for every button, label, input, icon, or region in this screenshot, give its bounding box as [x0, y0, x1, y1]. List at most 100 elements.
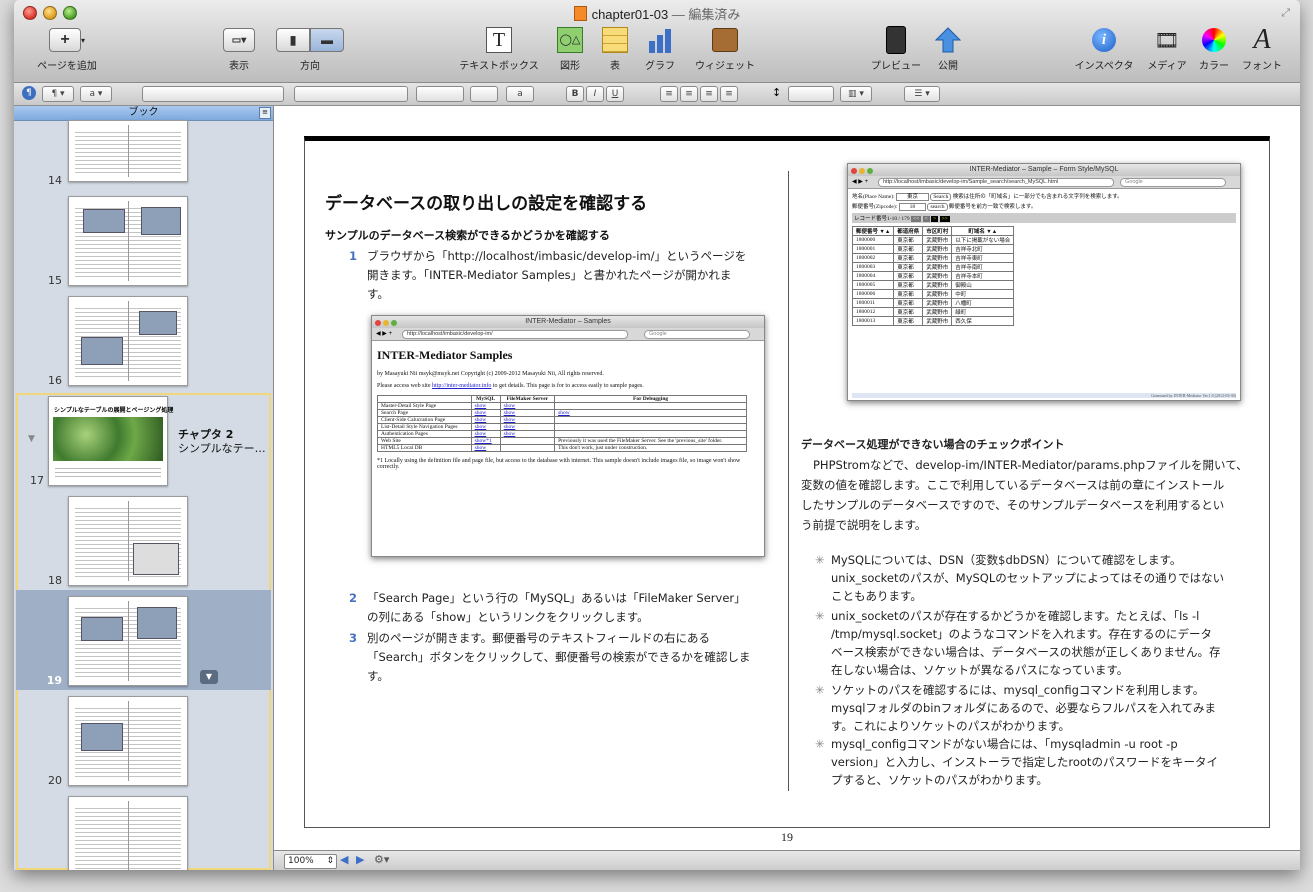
page-number-footer: 19 [781, 830, 793, 844]
line-spacing-select[interactable] [788, 86, 834, 102]
publish-button[interactable]: 公開 [930, 26, 966, 72]
info-icon: i [1092, 28, 1116, 52]
media-icon: 🎞 [1154, 29, 1180, 52]
widget-icon [712, 28, 738, 52]
align-right-button[interactable]: ≡ [700, 86, 718, 102]
orientation-control[interactable]: ▮ ▬ 方向 [272, 26, 348, 72]
font-button[interactable]: A フォント [1240, 24, 1284, 72]
page-thumbnail[interactable] [68, 120, 188, 182]
zoom-select[interactable]: 100% ⇕ [284, 854, 337, 869]
plus-icon: + [48, 28, 81, 52]
paragraph-style-menu[interactable]: ¶ ▾ [42, 86, 74, 102]
samples-table: MySQL FileMaker Server For Debugging Maste… [377, 395, 747, 452]
format-bar: ¶ ¶ ▾ a ▾ a B I U ≡ ≡ ≡ ≡ ↕ ▥ ▾ ☰ ▾ [14, 83, 1300, 106]
sidebar-header: ブック ≡ [14, 106, 273, 121]
preview-button[interactable]: プレビュー [864, 26, 928, 72]
fullscreen-icon[interactable]: ⤢ [1281, 6, 1290, 20]
view-icon: ▭▾ [223, 28, 255, 52]
character-style-menu[interactable]: a ▾ [80, 86, 112, 102]
page-number: 17 [30, 474, 44, 487]
table-button[interactable]: 表 [600, 26, 630, 72]
samples-heading: INTER-Mediator Samples [377, 348, 513, 362]
leaf-photo [53, 417, 163, 461]
zip-results-table: 郵便番号 ▼▲ 都道府県 市区町村 町域名 ▼▲ 1800000 東京都 武蔵野市 以下に掲… [851, 226, 1015, 326]
bullet-item: ✳ MySQLについては、DSN（変数$dbDSN）について確認をします。 uni… [815, 553, 1225, 603]
add-page-button[interactable]: + ▾ ページを追加 [32, 26, 102, 72]
italic-button[interactable]: I [586, 86, 604, 102]
font-icon: A [1253, 24, 1271, 55]
document-page[interactable]: データベースの取り出しの設定を確認する サンプルのデータベース検索ができるかどう… [304, 136, 1270, 828]
shapes-button[interactable]: ◯△ 図形 [550, 26, 590, 72]
bullet-item: ✳ ソケットのパスを確認するには、mysql_configコマンドを利用します。… [815, 683, 1216, 733]
page-options-icon[interactable]: ▼ [200, 670, 218, 684]
table-icon [602, 27, 628, 53]
font-size-select[interactable] [416, 86, 464, 102]
page-thumbnail[interactable] [68, 296, 188, 386]
disclosure-triangle-icon[interactable]: ▼ [28, 434, 35, 444]
publish-icon [935, 27, 961, 53]
align-left-button[interactable]: ≡ [660, 86, 678, 102]
section-heading: データベースの取り出しの設定を確認する [325, 194, 648, 214]
page-number: 16 [48, 374, 62, 387]
gear-icon[interactable]: ⚙▾ [374, 853, 389, 866]
next-page-icon[interactable]: ▶ [356, 853, 364, 866]
list-style-menu[interactable]: ☰ ▾ [904, 86, 940, 102]
subsection-heading: サンプルのデータベース検索ができるかどうかを確認する [325, 229, 610, 242]
landscape-icon[interactable]: ▬ [310, 28, 344, 52]
graph-icon [649, 29, 671, 53]
checkpoint-heading: データベース処理ができない場合のチェックポイント [801, 438, 1065, 451]
page-number: 19 [46, 674, 62, 687]
page-number: 20 [48, 774, 62, 787]
align-center-button[interactable]: ≡ [680, 86, 698, 102]
shapes-icon: ◯△ [557, 27, 583, 53]
graph-button[interactable]: グラフ [640, 26, 680, 72]
status-bar: 100% ⇕ ◀ ▶ ⚙▾ [274, 850, 1300, 870]
page-thumbnail[interactable] [68, 696, 188, 786]
page-thumbnail[interactable] [68, 496, 188, 586]
checkpoint-paragraph: PHPStromなどで、develop-im/INTER-Mediator/pa… [801, 458, 1248, 532]
document-canvas[interactable]: データベースの取り出しの設定を確認する サンプルのデータベース検索ができるかどう… [274, 106, 1300, 850]
inspector-button[interactable]: i インスペクタ [1070, 26, 1138, 72]
previous-page-icon[interactable]: ◀ [340, 853, 348, 866]
portrait-icon[interactable]: ▮ [276, 28, 310, 52]
page-thumbnails-sidebar[interactable]: ブック ≡ 14 15 16 ▼ シンプルなテーブルの展開とページング処理 チャ… [14, 106, 274, 870]
text-color-well[interactable] [470, 86, 498, 102]
color-button[interactable]: カラー [1194, 26, 1234, 72]
sidebar-menu-icon[interactable]: ≡ [259, 107, 271, 119]
step-2: 2 「Search Page」という行の「MySQL」あるいは「FileMake… [349, 591, 746, 624]
thumbnail-title: シンプルなテーブルの展開とページング処理 [54, 407, 174, 414]
chapter-title: シンプルなテー… [178, 442, 266, 455]
document-icon [573, 6, 587, 21]
samples-screenshot: INTER-Mediator – Samples ◀ ▶ + http://loc… [371, 315, 765, 557]
underline-button[interactable]: U [606, 86, 624, 102]
color-wheel-icon [1202, 28, 1226, 52]
step-1: 1 ブラウザから「http://localhost/imbasic/develo… [349, 249, 747, 301]
font-typeface-select[interactable] [294, 86, 408, 102]
view-button[interactable]: ▭▾ 表示 [214, 26, 264, 72]
page-number: 18 [48, 574, 62, 587]
app-window: chapter01-03 — 編集済み ⤢ + ▾ ページを追加 ▭▾ 表示 ▮ … [14, 0, 1300, 870]
media-button[interactable]: 🎞 メディア [1144, 26, 1190, 73]
search-page-screenshot: INTER-Mediator – Sample – Form Style/MyS… [847, 163, 1241, 401]
step-3: 3 別のページが開きます。郵便番号のテキストフィールドの右にある 「Search… [349, 631, 751, 683]
page-thumbnail[interactable] [68, 196, 188, 286]
columns-menu[interactable]: ▥ ▾ [840, 86, 872, 102]
edited-status: 編集済み [688, 7, 741, 22]
chapter-thumbnail[interactable]: シンプルなテーブルの展開とページング処理 [48, 396, 173, 486]
widget-button[interactable]: ウィジェット [690, 26, 760, 72]
paragraph-icon[interactable]: ¶ [22, 86, 36, 100]
column-divider [788, 171, 789, 791]
preview-icon [886, 26, 906, 54]
justify-button[interactable]: ≡ [720, 86, 738, 102]
highlight-button[interactable]: a [506, 86, 534, 102]
textbox-button[interactable]: T テキストボックス [452, 26, 546, 72]
textbox-icon: T [486, 27, 512, 53]
toolbar: chapter01-03 — 編集済み ⤢ + ▾ ページを追加 ▭▾ 表示 ▮ … [14, 0, 1300, 83]
page-thumbnail[interactable] [68, 796, 188, 870]
line-spacing-icon: ↕ [772, 86, 782, 99]
page-thumbnail[interactable] [68, 596, 188, 686]
font-family-select[interactable] [142, 86, 284, 102]
window-title: chapter01-03 — 編集済み [14, 4, 1300, 23]
bold-button[interactable]: B [566, 86, 584, 102]
bullet-item: ✳ mysql_configコマンドがない場合には、「mysqladmin -u… [815, 737, 1218, 787]
